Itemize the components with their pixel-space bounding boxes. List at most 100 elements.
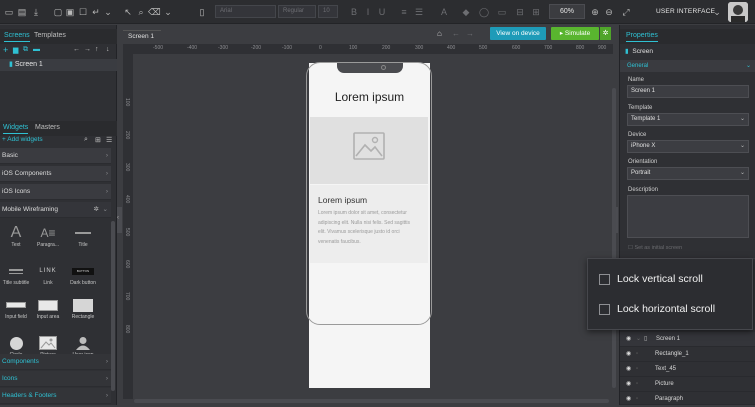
widget-input-field[interactable]: Input field — [0, 296, 32, 326]
screen-heading[interactable]: Lorem ipsum — [318, 195, 367, 205]
view-on-device-button[interactable]: View on device — [490, 27, 546, 40]
device-select[interactable]: iPhone X ⌄ — [627, 140, 749, 153]
arrow-left-icon[interactable]: ← — [73, 46, 80, 53]
fit-icon[interactable]: ⤢ — [620, 6, 632, 18]
category-icons[interactable]: Icons › — [0, 371, 111, 387]
eye-icon[interactable]: ◉ — [626, 332, 631, 347]
screen-list-item[interactable]: ▮ Screen 1 — [0, 59, 117, 71]
orientation-select[interactable]: Portrait ⌄ — [627, 167, 749, 180]
category-headers-footers[interactable]: Headers & Footers › — [0, 388, 111, 404]
back-icon[interactable]: ← — [452, 29, 460, 38]
lock-horizontal-checkbox[interactable] — [599, 304, 610, 315]
add-widgets-button[interactable]: + Add widgets — [2, 136, 43, 143]
lock-vertical-checkbox[interactable] — [599, 274, 610, 285]
lock-horizontal-label[interactable]: Lock horizontal scroll — [617, 303, 715, 315]
image-icon[interactable]: ▣ — [64, 6, 76, 18]
canvas-horizontal-scrollbar[interactable] — [134, 399, 609, 403]
folder-icon[interactable]: ▆ — [13, 46, 18, 54]
template-select[interactable]: Template 1 ⌄ — [627, 113, 749, 126]
widget-paragraph[interactable]: A≡ Paragra... — [32, 224, 64, 254]
name-field[interactable]: Screen 1 — [627, 85, 749, 98]
grid-view-icon[interactable]: ⊞ — [95, 136, 101, 144]
font-size-select[interactable]: 10 — [318, 5, 338, 18]
section-general[interactable]: General ⌄ — [620, 60, 755, 72]
initial-screen-option[interactable]: ☐ Set as initial screen — [628, 245, 682, 251]
screen-title[interactable]: Lorem ipsum — [309, 90, 430, 104]
gear-icon[interactable]: ✲ — [94, 202, 99, 218]
widget-title-subtitle[interactable]: Title subtitle — [0, 262, 32, 292]
layer-row[interactable]: ◉ ▫ Text_45 — [620, 362, 755, 377]
layer-row[interactable]: ◉ ▫ Paragraph — [620, 392, 755, 405]
layer-row[interactable]: ◉ ⌄ ▯ Screen 1 — [620, 332, 755, 347]
widget-title[interactable]: Title — [67, 224, 99, 254]
picture-placeholder[interactable] — [310, 117, 428, 184]
avatar[interactable] — [728, 2, 748, 22]
opacity-icon[interactable]: ◯ — [478, 6, 490, 18]
tab-screen-1[interactable]: Screen 1 × — [123, 30, 161, 51]
text-color-icon[interactable]: A — [438, 6, 450, 18]
duplicate-icon[interactable]: ⧉ — [23, 46, 28, 54]
eraser-icon[interactable]: ⌫ — [148, 6, 161, 18]
zoom-icon[interactable]: ⌕ — [135, 6, 147, 18]
download-icon[interactable]: ⤓ — [30, 6, 42, 18]
font-weight-select[interactable]: Regular — [278, 5, 316, 18]
lock-icon[interactable]: ▫ — [636, 347, 638, 362]
screen-paragraph[interactable]: Lorem ipsum dolor sit amet, consectetur … — [318, 209, 418, 247]
border-icon[interactable]: ▭ — [496, 6, 508, 18]
checkbox-icon[interactable]: ☐ — [77, 6, 89, 18]
list-icon[interactable]: ☰ — [413, 6, 425, 18]
home-icon[interactable]: ⌂ — [437, 29, 442, 38]
bold-icon[interactable]: B — [348, 6, 360, 18]
search-icon[interactable]: ⌕ — [84, 136, 88, 144]
simulate-settings-button[interactable]: ✲ — [600, 27, 611, 40]
category-ios-components[interactable]: iOS Components › — [0, 166, 111, 182]
arrow-right-icon[interactable]: → — [84, 46, 91, 53]
zoom-out-icon[interactable]: ⊖ — [603, 6, 615, 18]
delete-icon[interactable]: ▬ — [33, 46, 40, 53]
zoom-in-icon[interactable]: ⊕ — [589, 6, 601, 18]
save-icon[interactable]: ▤ — [16, 6, 28, 18]
widget-text[interactable]: A Text — [0, 224, 32, 254]
arrow-up-icon[interactable]: ↑ — [95, 46, 99, 53]
canvas-vertical-scrollbar[interactable] — [612, 88, 616, 388]
widget-input-area[interactable]: Input area — [32, 296, 64, 326]
zoom-level[interactable]: 60% — [549, 4, 585, 19]
lock-vertical-label[interactable]: Lock vertical scroll — [617, 273, 703, 285]
left-panel-collapse-handle[interactable]: ‹ — [117, 207, 122, 233]
arrange-icon[interactable]: ⊞ — [530, 6, 542, 18]
screen-icon[interactable]: ▢ — [52, 6, 64, 18]
tab-screens[interactable]: Screens — [4, 32, 30, 42]
chevron-down-icon[interactable]: ⌄ — [711, 6, 723, 18]
simulate-button[interactable]: ▸ Simulate — [551, 27, 599, 40]
pointer-icon[interactable]: ↖ — [122, 6, 134, 18]
italic-icon[interactable]: I — [362, 6, 374, 18]
category-basic[interactable]: Basic › — [0, 148, 111, 164]
widget-rectangle[interactable]: Rectangle — [67, 296, 99, 326]
eye-icon[interactable]: ◉ — [626, 362, 631, 377]
mode-label[interactable]: USER INTERFACE — [656, 8, 715, 15]
description-textarea[interactable] — [627, 195, 749, 238]
tab-properties[interactable]: Properties — [626, 32, 658, 42]
font-family-select[interactable]: Arial — [215, 5, 276, 18]
widgets-scrollbar[interactable] — [111, 221, 115, 391]
align-icon[interactable]: ⊟ — [514, 6, 526, 18]
eye-icon[interactable]: ◉ — [626, 347, 631, 362]
layer-row[interactable]: ◉ ▫ Rectangle_1 — [620, 347, 755, 362]
chevron-down-icon[interactable]: ⌄ — [636, 332, 641, 347]
lock-icon[interactable]: ▫ — [636, 362, 638, 377]
widget-dark-button[interactable]: BUTTON Dark button — [67, 262, 99, 292]
arrow-down-icon[interactable]: ↓ — [106, 46, 110, 53]
undo-icon[interactable]: ↵ — [90, 6, 102, 18]
tab-templates[interactable]: Templates — [34, 32, 66, 39]
tab-widgets[interactable]: Widgets — [3, 124, 29, 134]
category-mobile-wireframing[interactable]: Mobile Wireframing ✲ ⌄ — [0, 202, 111, 218]
list-view-icon[interactable]: ☰ — [106, 136, 112, 144]
category-ios-icons[interactable]: iOS Icons › — [0, 184, 111, 200]
layer-row[interactable]: ◉ ▫ Picture — [620, 377, 755, 392]
underline-icon[interactable]: U — [376, 6, 388, 18]
add-screen-icon[interactable]: + — [3, 45, 8, 55]
text-align-icon[interactable]: ≡ — [398, 6, 410, 18]
new-file-icon[interactable]: ▭ — [3, 6, 15, 18]
chevron-down-icon[interactable]: ⌄ — [162, 6, 174, 18]
tab-masters[interactable]: Masters — [35, 124, 60, 131]
